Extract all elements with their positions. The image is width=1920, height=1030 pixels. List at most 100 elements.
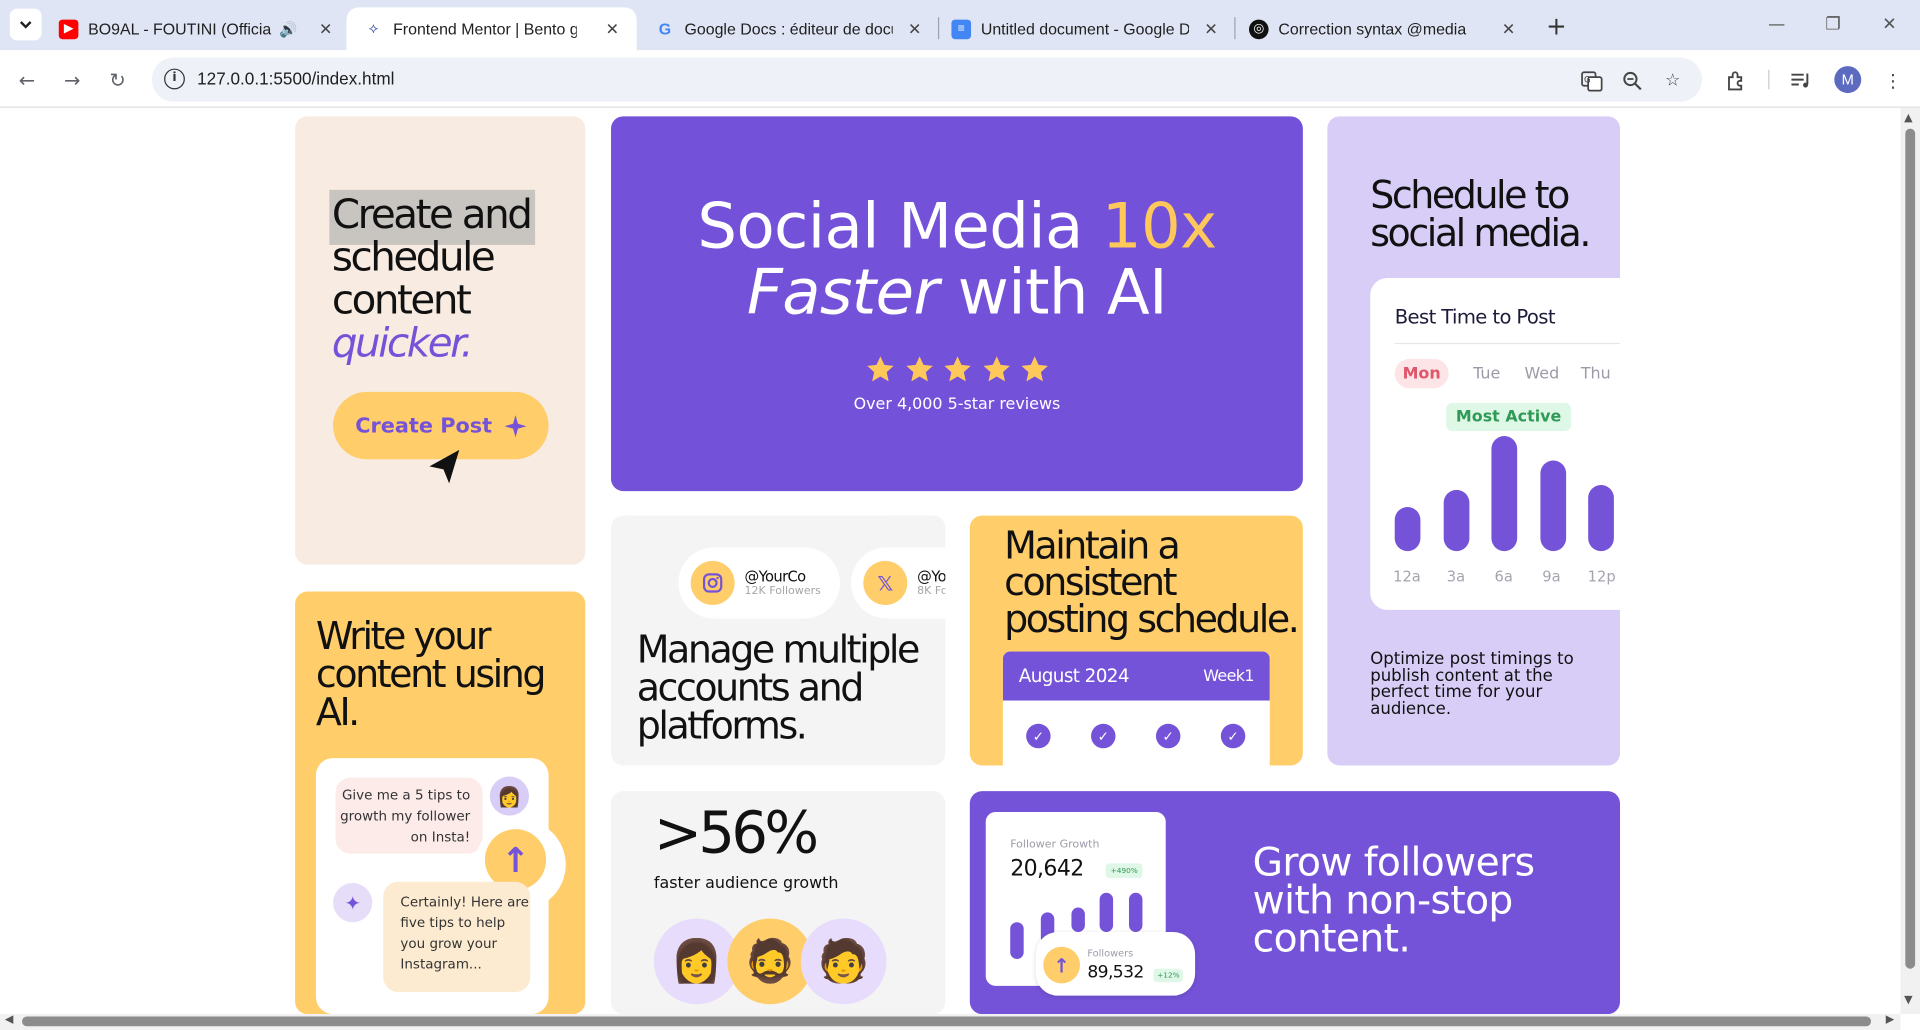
tab-title: BO9AL - FOUTINI (Official L — [88, 19, 272, 38]
account-chip-x: 𝕏 @YourCo8K Followers — [851, 547, 946, 619]
calendar-week: Week1 — [1203, 666, 1254, 686]
user-message: Give me a 5 tips to growth my follower o… — [335, 777, 483, 854]
tab-youtube[interactable]: ▶ BO9AL - FOUTINI (Official L 🔊 ✕ — [58, 7, 336, 50]
growth-value: >56% — [653, 799, 819, 868]
hero-title-line1: Social Media 10x — [611, 191, 1303, 264]
speaker-icon[interactable]: 🔊 — [279, 20, 297, 37]
account-followers: 8K Followers — [917, 585, 945, 598]
create-heading-line: schedule — [331, 232, 496, 281]
address-bar[interactable]: i 127.0.0.1:5500/index.html G ☆ — [151, 57, 1703, 102]
back-button[interactable]: ← — [10, 62, 44, 96]
ai-reply-message: Certainly! Here are five tips to help yo… — [383, 881, 531, 993]
forward-button[interactable]: → — [55, 62, 89, 96]
vertical-scroll-thumb[interactable] — [1905, 128, 1916, 969]
calendar-header: August 2024 Week1 — [1002, 651, 1270, 701]
maintain-heading: Maintain a consistent posting schedule. — [1004, 527, 1300, 638]
tab-chatgpt[interactable]: ◎ Correction syntax @media ✕ — [1248, 7, 1519, 50]
media-control-icon[interactable] — [1789, 69, 1813, 93]
star-icon — [982, 356, 1010, 382]
more-menu-icon[interactable]: ⋮ — [1881, 69, 1905, 93]
star-icon — [1021, 356, 1048, 382]
site-info-icon[interactable]: i — [164, 68, 185, 90]
bookmark-star-icon[interactable]: ☆ — [1660, 69, 1684, 93]
plus-icon: + — [1546, 11, 1567, 41]
hero-title-accent: 10x — [1101, 191, 1217, 264]
close-tab-icon[interactable]: ✕ — [905, 19, 925, 39]
minimize-button[interactable]: — — [1749, 7, 1805, 41]
day-thu[interactable]: Thu — [1581, 359, 1611, 388]
arrow-up-icon: ↑ — [1043, 946, 1081, 984]
extensions-icon[interactable] — [1724, 69, 1748, 93]
ai-sparkle-icon: ✦ — [333, 883, 373, 923]
hero-title-text: Social Media — [697, 191, 1102, 264]
followers-pct: +12% — [1153, 968, 1184, 983]
close-tab-icon[interactable]: ✕ — [1499, 19, 1519, 39]
day-wed[interactable]: Wed — [1525, 359, 1560, 388]
tab-untitled-document[interactable]: ≡ Untitled document - Google Do ✕ — [951, 7, 1220, 50]
tab-google-docs-editor[interactable]: G Google Docs : éditeur de docum ✕ — [655, 7, 924, 50]
horizontal-scroll-thumb[interactable] — [22, 1016, 1872, 1027]
hero-title-text: with AI — [938, 257, 1168, 330]
close-window-button[interactable]: ✕ — [1861, 7, 1917, 41]
hero-title-line2: Faster with AI — [611, 257, 1303, 330]
arrow-right-icon: → — [64, 67, 81, 92]
day-mon[interactable]: Mon — [1394, 358, 1449, 389]
most-active-badge: Most Active — [1446, 402, 1572, 432]
chevron-down-icon — [19, 20, 32, 29]
best-time-title: Best Time to Post — [1394, 304, 1556, 329]
scroll-right-icon[interactable]: ▶ — [1886, 1014, 1894, 1026]
growth-bar — [1010, 922, 1024, 959]
growth-bar — [1099, 892, 1114, 932]
divider — [1394, 342, 1621, 345]
followers-value: 89,532 — [1087, 962, 1144, 983]
chart-bar — [1540, 460, 1567, 552]
sparkle-icon — [504, 414, 527, 437]
restore-icon: ❐ — [1825, 14, 1841, 35]
new-tab-button[interactable]: + — [1540, 10, 1572, 42]
docs-icon: ≡ — [951, 18, 972, 39]
day-tue[interactable]: Tue — [1473, 359, 1500, 388]
close-tab-icon[interactable]: ✕ — [602, 19, 622, 39]
reload-button[interactable]: ↻ — [100, 62, 134, 96]
toolbar-divider — [1768, 69, 1770, 90]
frontend-mentor-icon: ⟡ — [368, 19, 379, 37]
cursor-arrow-icon — [429, 449, 460, 484]
review-count: Over 4,000 5-star reviews — [853, 395, 1061, 414]
schedule-description: Optimize post timings to publish content… — [1370, 649, 1574, 719]
account-followers: 12K Followers — [744, 585, 821, 598]
arrow-left-icon: ← — [18, 67, 36, 92]
restore-button[interactable]: ❐ — [1805, 7, 1861, 41]
create-heading-accent: quicker. — [331, 318, 474, 367]
create-card: Create and schedule content quicker. Cre… — [295, 116, 586, 565]
tab-separator — [1234, 17, 1236, 40]
manage-heading-line: platforms. — [636, 704, 808, 749]
tab-title: Frontend Mentor | Bento grid — [393, 19, 577, 38]
schedule-heading-line: social media. — [1370, 211, 1591, 256]
chart-bar — [1443, 489, 1470, 552]
write-heading: Write your content using AI. — [316, 618, 547, 732]
chart-tick: 6a — [1494, 568, 1513, 586]
best-time-panel: Best Time to Post Mon Tue Wed Thu Most A… — [1370, 278, 1621, 610]
scroll-up-icon[interactable]: ▲ — [1904, 113, 1912, 125]
profile-avatar[interactable]: M — [1834, 66, 1862, 94]
url-text[interactable]: 127.0.0.1:5500/index.html — [197, 69, 394, 89]
tab-search-button[interactable] — [9, 8, 42, 41]
zoom-icon[interactable] — [1620, 69, 1644, 93]
x-icon: 𝕏 — [863, 560, 908, 606]
account-handle: @YourCo — [744, 568, 806, 586]
scroll-down-icon[interactable]: ▼ — [1904, 994, 1912, 1006]
write-ai-card: Write your content using AI. Give me a 5 t… — [295, 591, 586, 1015]
scroll-left-icon[interactable]: ◀ — [5, 1014, 13, 1026]
close-tab-icon[interactable]: ✕ — [1201, 19, 1221, 39]
follower-growth-label: Follower Growth — [1010, 838, 1100, 852]
translate-icon[interactable]: G — [1580, 69, 1604, 93]
chart-tick: 3a — [1446, 568, 1466, 586]
tab-separator — [937, 17, 940, 40]
close-tab-icon[interactable]: ✕ — [316, 19, 336, 39]
followers-widget: ↑ Followers 89,532 +12% — [1035, 931, 1196, 996]
page-viewport: Create and schedule content quicker. Cre… — [0, 107, 1901, 1015]
browser-toolbar: ← → ↻ i 127.0.0.1:5500/index.html G ☆ M … — [0, 50, 1920, 108]
tab-frontend-mentor[interactable]: ⟡ Frontend Mentor | Bento grid ✕ — [346, 7, 637, 51]
grow-heading-line: content. — [1252, 914, 1411, 962]
check-icon: ✓ — [1220, 723, 1246, 749]
